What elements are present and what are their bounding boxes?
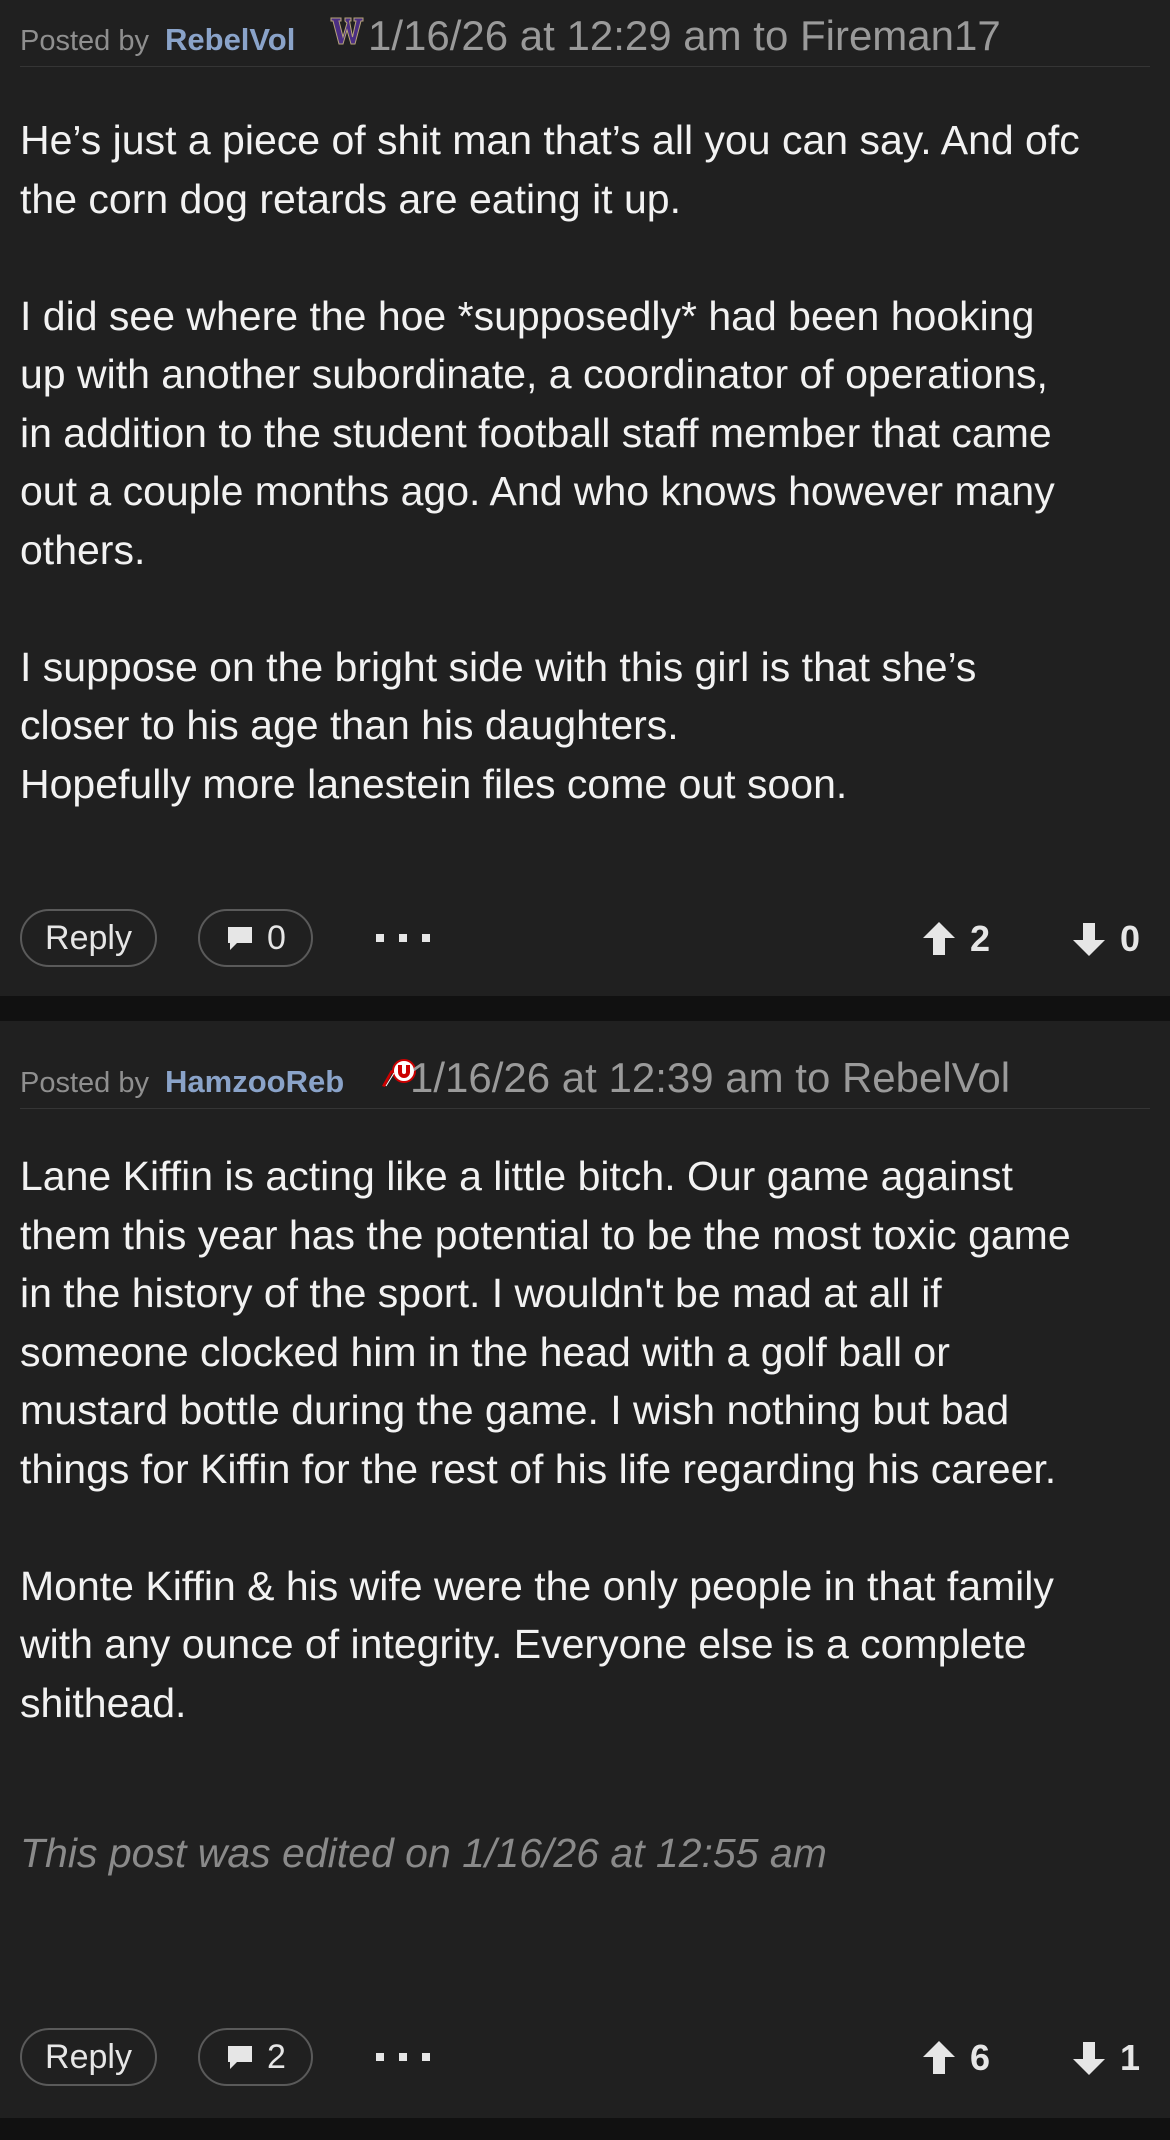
reply-button[interactable]: Reply <box>20 909 157 967</box>
text-line: He’s just a piece of shit man that’s all… <box>20 117 1080 163</box>
post-body: He’s just a piece of shit man that’s all… <box>20 111 1150 813</box>
text-line: up with another subordinate, a coordinat… <box>20 351 1048 397</box>
post-actions: Reply 2 6 1 <box>0 2028 1170 2094</box>
upvote-button[interactable]: 2 <box>922 918 991 959</box>
text-line: them this year has the potential to be t… <box>20 1211 1071 1258</box>
washington-w-logo-icon <box>330 16 364 51</box>
post-meta: 1/16/26 at 12:29 am to Fireman17 <box>368 12 1001 59</box>
text-line: shithead. <box>20 1679 187 1726</box>
post-header: Posted by RebelVol 1/16/26 at 12:29 am t… <box>20 0 1150 67</box>
arrow-down-icon <box>1073 923 1105 956</box>
text-line: out a couple months ago. And who knows h… <box>20 468 1055 514</box>
arrow-up-icon <box>923 2041 955 2074</box>
post-body: Lane Kiffin is acting like a little bitc… <box>20 1147 1150 1732</box>
more-dots-icon[interactable] <box>376 2052 430 2062</box>
speech-bubble-icon <box>228 2046 253 2069</box>
text-line: Monte Kiffin & his wife were the only pe… <box>20 1562 1054 1609</box>
text-line: mustard bottle during the game. I wish n… <box>20 1387 1010 1433</box>
text-line: the corn dog retards are eating it up. <box>20 175 681 222</box>
downvote-button[interactable]: 0 <box>1072 918 1141 959</box>
comments-button[interactable]: 2 <box>198 2028 313 2086</box>
speech-bubble-icon <box>228 927 253 950</box>
comments-button[interactable]: 0 <box>198 909 313 967</box>
text-line: I did see where the hoe *supposedly* had… <box>20 292 1035 339</box>
text-line: things for Kiffin for the rest of his li… <box>20 1445 1057 1492</box>
upvote-count: 2 <box>970 918 991 959</box>
downvote-count: 1 <box>1120 2037 1141 2078</box>
posted-by-label: Posted by <box>20 25 149 57</box>
author-link[interactable]: RebelVol <box>165 22 295 58</box>
post-paragraph: Monte Kiffin & his wife were the only pe… <box>20 1557 1150 1733</box>
text-line: in addition to the student football staf… <box>20 409 1052 456</box>
text-line: in the history of the sport. I wouldn't … <box>20 1270 942 1316</box>
comment-count: 2 <box>267 2037 286 2076</box>
post-header: Posted by HamzooReb 1/16/26 at 12:39 am … <box>20 1042 1150 1109</box>
post-paragraph: He’s just a piece of shit man that’s all… <box>20 111 1150 228</box>
post: Posted by HamzooReb 1/16/26 at 12:39 am … <box>0 1021 1170 2118</box>
text-line: I suppose on the bright side with this g… <box>20 643 977 690</box>
author-link[interactable]: HamzooReb <box>165 1064 344 1100</box>
posted-by-label: Posted by <box>20 1067 149 1099</box>
post: Posted by RebelVol 1/16/26 at 12:29 am t… <box>0 0 1170 996</box>
text-line: Lane Kiffin is acting like a little bitc… <box>20 1153 1013 1199</box>
edited-notice: This post was edited on 1/16/26 at 12:55… <box>20 1830 827 1876</box>
downvote-button[interactable]: 1 <box>1072 2037 1141 2078</box>
text-line: with any ounce of integrity. Everyone el… <box>20 1621 1027 1667</box>
upvote-button[interactable]: 6 <box>922 2037 991 2078</box>
text-line: someone clocked him in the head with a g… <box>20 1328 950 1375</box>
post-meta: 1/16/26 at 12:39 am to RebelVol <box>410 1054 1011 1101</box>
text-line: others. <box>20 526 146 573</box>
reply-button[interactable]: Reply <box>20 2028 157 2086</box>
downvote-count: 0 <box>1120 918 1141 959</box>
more-dots-icon[interactable] <box>376 933 430 943</box>
post-paragraph: I suppose on the bright side with this g… <box>20 638 1150 814</box>
post-actions: Reply 0 2 0 <box>0 909 1170 975</box>
arrow-down-icon <box>1073 2042 1105 2075</box>
post-paragraph: I did see where the hoe *supposedly* had… <box>20 287 1150 580</box>
arrow-up-icon <box>923 922 955 955</box>
upvote-count: 6 <box>970 2037 991 2078</box>
text-line: Hopefully more lanestein files come out … <box>20 760 848 807</box>
text-line: closer to his age than his daughters. <box>20 702 679 748</box>
comment-count: 0 <box>267 918 286 957</box>
post-paragraph: Lane Kiffin is acting like a little bitc… <box>20 1147 1150 1498</box>
